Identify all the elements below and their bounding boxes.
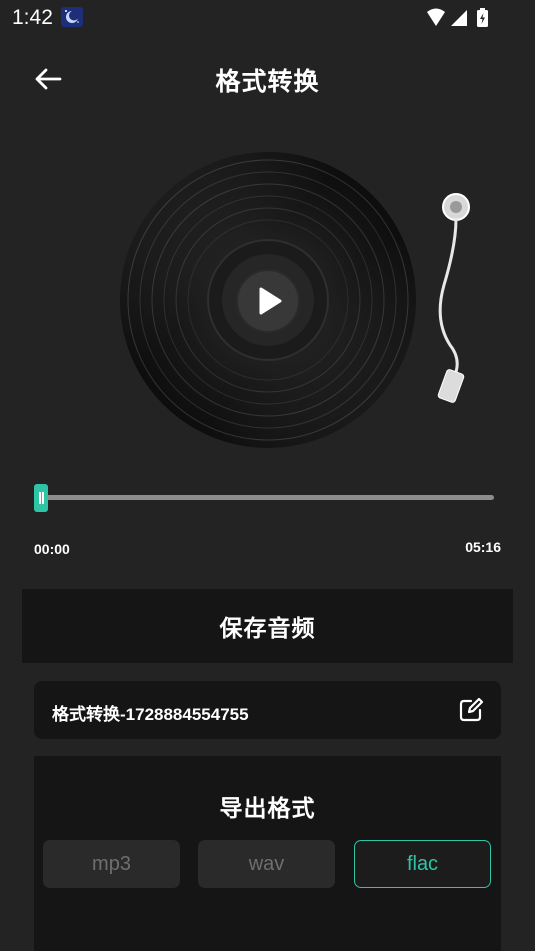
total-time: 05:16 [465, 539, 501, 555]
current-time: 00:00 [34, 541, 70, 557]
app-notification-icon [60, 6, 84, 28]
progress-thumb[interactable] [34, 484, 48, 512]
wifi-icon [427, 8, 445, 26]
signal-icon [451, 10, 467, 26]
progress-track[interactable] [40, 495, 494, 500]
tonearm-icon [426, 185, 486, 415]
status-time: 1:42 [12, 6, 53, 29]
filename-text: 格式转换-1728884554755 [52, 705, 249, 724]
edit-icon [459, 697, 484, 722]
export-title: 导出格式 [219, 795, 316, 821]
save-audio-button[interactable]: 保存音频 [22, 589, 513, 663]
edit-filename-button[interactable] [457, 696, 485, 724]
format-option-flac[interactable]: flac [354, 840, 491, 888]
page-title: 格式转换 [215, 68, 320, 96]
play-icon [236, 269, 300, 333]
status-bar: 1:42 [0, 0, 535, 36]
format-option-wav[interactable]: wav [198, 840, 335, 888]
status-system-icons [425, 7, 495, 29]
battery-icon [477, 8, 488, 27]
filename-row: 格式转换-1728884554755 [34, 681, 501, 739]
format-option-mp3[interactable]: mp3 [43, 840, 180, 888]
app-bar: 格式转换 [0, 50, 535, 108]
export-format-panel: 导出格式 mp3 wav flac [34, 756, 501, 951]
progress-slider[interactable] [34, 484, 496, 514]
play-button[interactable] [236, 269, 300, 333]
